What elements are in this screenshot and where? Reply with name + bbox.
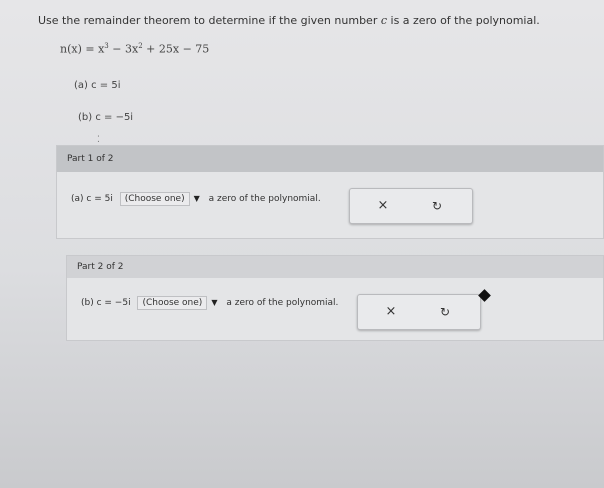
- part-1-prompt: (a) c = 5i: [71, 194, 113, 204]
- question-prefix: Use the remainder theorem to determine i…: [38, 14, 381, 27]
- poly-lhs: n(x) = x: [60, 42, 105, 56]
- part-1-action-box: × ↻: [349, 188, 473, 224]
- part-2-row: (b) c = −5i (Choose one) ▼ a zero of the …: [81, 296, 338, 310]
- chevron-down-icon[interactable]: ▼: [194, 194, 200, 203]
- undo-icon[interactable]: ↻: [436, 303, 454, 321]
- subpart-a: (a) c = 5i: [74, 80, 121, 91]
- part-2-title: Part 2 of 2: [67, 256, 603, 278]
- question-suffix: is a zero of the polynomial.: [387, 14, 540, 27]
- divider-dot: ⁚: [97, 135, 100, 145]
- page: Use the remainder theorem to determine i…: [0, 0, 604, 488]
- part-2-tail: a zero of the polynomial.: [226, 298, 339, 308]
- part-2-prompt: (b) c = −5i: [81, 298, 131, 308]
- part-1-panel: Part 1 of 2 (a) c = 5i (Choose one) ▼ a z…: [56, 145, 604, 239]
- part-2-panel: Part 2 of 2 (b) c = −5i (Choose one) ▼ a …: [66, 255, 604, 341]
- polynomial: n(x) = x3 − 3x2 + 25x − 75: [60, 42, 209, 56]
- question-text: Use the remainder theorem to determine i…: [38, 14, 540, 27]
- chevron-down-icon[interactable]: ▼: [211, 298, 217, 307]
- part-2-action-box: × ↻: [357, 294, 481, 330]
- poly-mid: − 3x: [108, 42, 139, 56]
- clear-icon[interactable]: ×: [382, 303, 400, 321]
- part-2-select[interactable]: (Choose one): [137, 296, 208, 310]
- clear-icon[interactable]: ×: [374, 197, 392, 215]
- part-1-title: Part 1 of 2: [57, 146, 603, 172]
- subpart-b: (b) c = −5i: [78, 112, 134, 123]
- undo-icon[interactable]: ↻: [428, 197, 446, 215]
- part-1-select[interactable]: (Choose one): [119, 192, 190, 206]
- poly-rest: + 25x − 75: [142, 42, 210, 56]
- part-1-tail: a zero of the polynomial.: [208, 194, 321, 204]
- part-1-row: (a) c = 5i (Choose one) ▼ a zero of the p…: [71, 192, 321, 206]
